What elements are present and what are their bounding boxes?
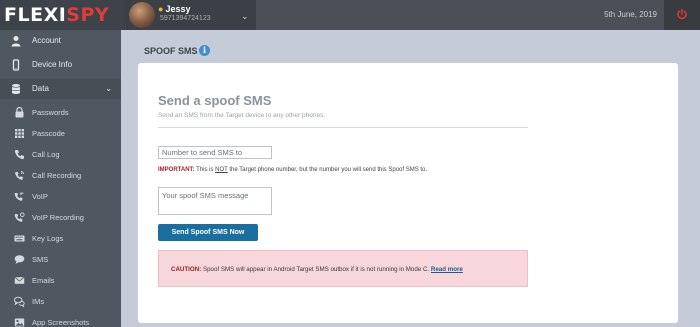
svg-text:IP: IP	[20, 191, 24, 196]
user-phone: 5971394724123	[160, 15, 211, 22]
logo-text-flexi: FLEXI	[4, 4, 67, 26]
sidebar-item-app-screenshots[interactable]: App Screenshots	[0, 312, 121, 327]
page-title: SPOOF SMS	[144, 46, 198, 56]
sidebar-item-passcode[interactable]: Passcode	[0, 123, 121, 143]
online-dot-icon: ●	[158, 4, 164, 14]
important-label: IMPORTANT:	[158, 167, 195, 173]
sidebar-item-label: VoIP	[32, 192, 48, 201]
sidebar-item-passwords[interactable]: Passwords	[0, 102, 121, 122]
top-bar: FLEXISPY ● Jessy 5971394724123 ⌄ 5th June…	[0, 0, 700, 30]
divider	[158, 127, 528, 128]
sidebar-item-label: Key Logs	[32, 234, 64, 243]
voip-recording-icon	[14, 212, 25, 222]
logo-text-spy: SPY	[66, 4, 110, 26]
sidebar-item-label: Passwords	[32, 108, 69, 117]
screenshot-icon	[14, 318, 25, 327]
sidebar-item-label: SMS	[32, 255, 49, 264]
important-not: NOT	[215, 167, 228, 173]
spoof-sms-card: Send a spoof SMS Send an SMS from the Ta…	[138, 63, 678, 323]
sidebar-item-label: Emails	[32, 276, 55, 285]
database-icon	[11, 84, 21, 94]
caution-alert: CAUTION: Spoof SMS will appear in Androi…	[158, 250, 528, 287]
chat-bubble-icon	[14, 255, 25, 264]
sidebar-item-label: App Screenshots	[32, 318, 90, 327]
logout-button[interactable]	[664, 0, 700, 30]
sidebar-item-label: Call Recording	[32, 171, 82, 180]
keyboard-icon	[14, 235, 25, 242]
sidebar-item-voip-recording[interactable]: VoIP Recording	[0, 207, 121, 227]
caution-text: Spoof SMS will appear in Android Target …	[201, 266, 431, 273]
chat-bubbles-icon	[14, 296, 25, 307]
caution-label: CAUTION:	[171, 266, 202, 273]
sidebar-item-ims[interactable]: IMs	[0, 291, 121, 311]
sidebar-item-label: Device Info	[32, 60, 73, 69]
send-spoof-sms-button[interactable]: Send Spoof SMS Now	[158, 224, 258, 241]
sidebar-item-device-info[interactable]: Device Info	[0, 55, 121, 75]
sidebar-item-label: Passcode	[32, 129, 65, 138]
phone-recording-icon	[15, 171, 24, 180]
sidebar-item-account[interactable]: Account	[0, 31, 121, 51]
sidebar-item-label: IMs	[32, 297, 45, 306]
keypad-icon	[15, 129, 24, 138]
chevron-down-icon[interactable]: ⌄	[241, 11, 249, 22]
chevron-down-icon: ⌄	[105, 84, 112, 93]
user-name: Jessy	[165, 4, 191, 14]
phone-icon	[14, 150, 24, 160]
lock-icon	[15, 107, 24, 118]
sidebar-item-label: Data	[32, 84, 49, 93]
sidebar-item-label: Call Log	[32, 150, 60, 159]
mobile-icon	[12, 59, 20, 71]
recipient-number-input[interactable]	[158, 146, 272, 159]
sidebar-item-call-recording[interactable]: Call Recording	[0, 165, 121, 185]
envelope-icon	[14, 276, 25, 284]
voip-icon: IP	[14, 191, 24, 201]
power-icon	[677, 8, 687, 20]
user-switcher[interactable]: ● Jessy 5971394724123 ⌄	[124, 0, 256, 30]
sidebar-item-label: VoIP Recording	[32, 213, 84, 222]
user-icon	[11, 36, 21, 47]
current-date: 5th June, 2019	[604, 10, 657, 19]
important-note: IMPORTANT: This is NOT the Target phone …	[158, 167, 428, 173]
sidebar-item-emails[interactable]: Emails	[0, 270, 121, 290]
form-description: Send an SMS from the Target device to an…	[158, 112, 326, 119]
sidebar-item-voip[interactable]: IP VoIP	[0, 186, 121, 206]
flexispy-logo[interactable]: FLEXISPY	[0, 0, 124, 30]
sidebar-item-label: Account	[32, 36, 61, 45]
avatar	[129, 2, 155, 28]
sidebar-item-key-logs[interactable]: Key Logs	[0, 228, 121, 248]
read-more-link[interactable]: Read more	[431, 266, 463, 273]
sidebar-item-call-log[interactable]: Call Log	[0, 144, 121, 164]
sidebar: Account Device Info Data ⌄ Passwords Pas…	[0, 30, 121, 327]
message-textarea[interactable]	[158, 187, 272, 215]
sidebar-item-data[interactable]: Data ⌄	[0, 79, 121, 99]
sidebar-item-sms[interactable]: SMS	[0, 249, 121, 269]
form-heading: Send a spoof SMS	[158, 93, 272, 108]
info-icon[interactable]: i	[199, 45, 210, 56]
